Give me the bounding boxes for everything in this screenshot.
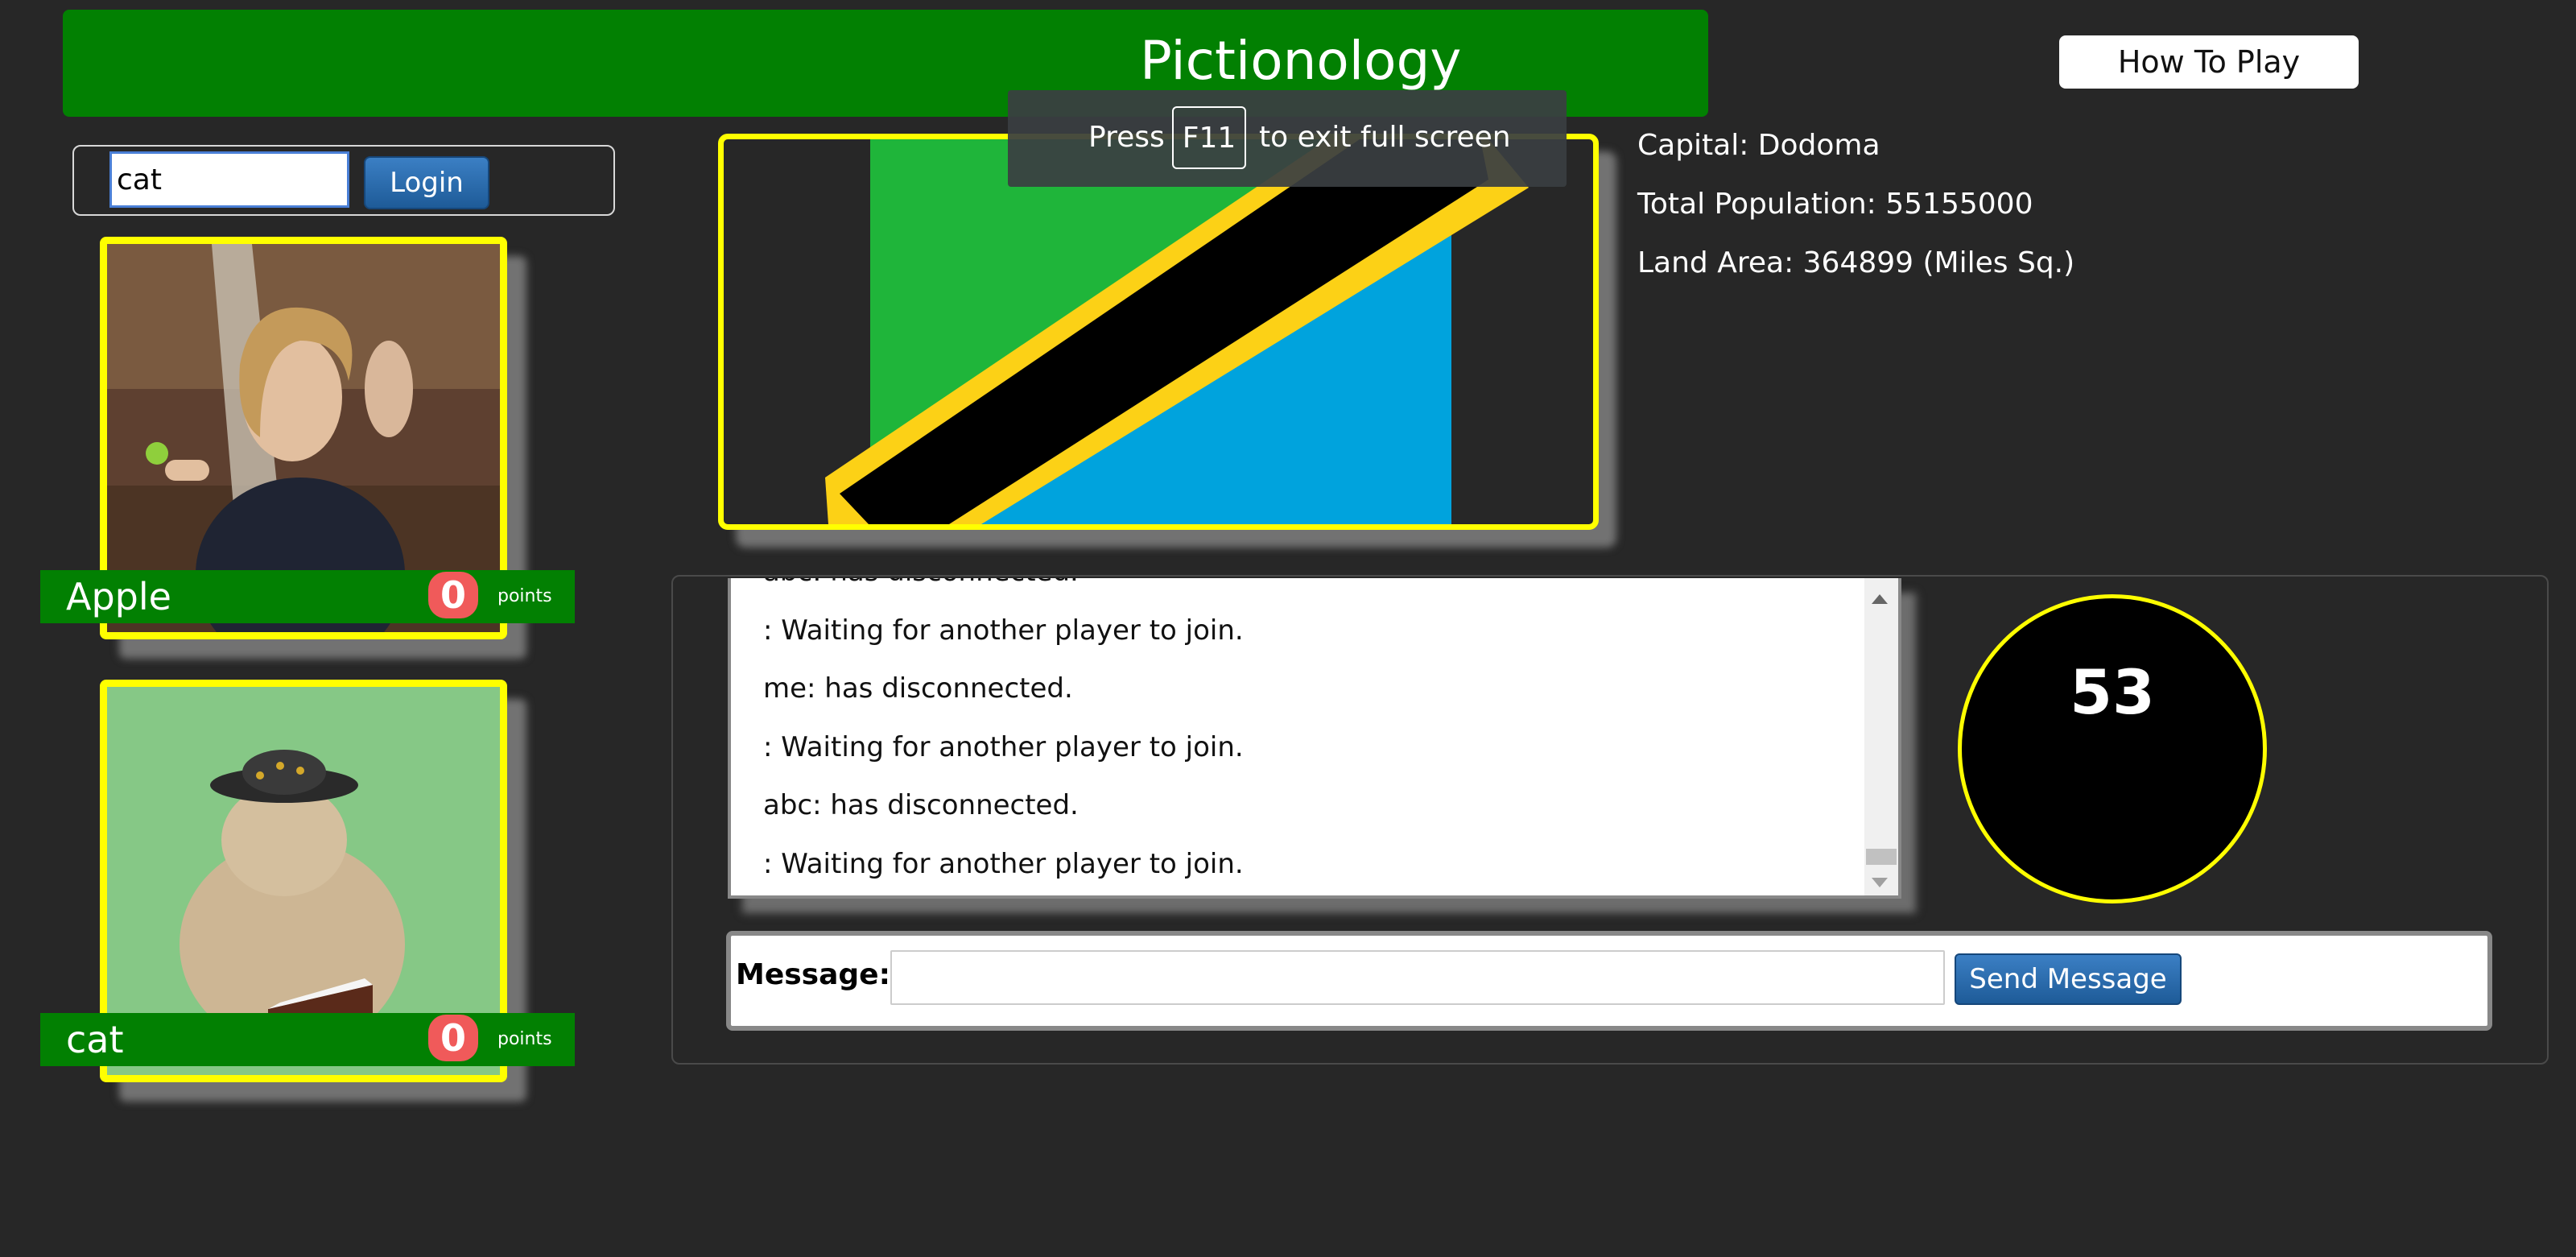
- player-name-bar: Apple 0 points: [40, 570, 575, 623]
- player-name: cat: [66, 1018, 124, 1061]
- population-text: Total Population: 55155000: [1637, 188, 2033, 221]
- country-flag-image: [825, 139, 1529, 524]
- message-input[interactable]: [890, 950, 1945, 1005]
- message-bar: Message: Send Message: [726, 931, 2492, 1031]
- player-name-bar: cat 0 points: [40, 1013, 575, 1066]
- chat-log[interactable]: abc: has disconnected. : Waiting for ano…: [728, 578, 1901, 899]
- fullscreen-notice-rest: to exit full screen: [1259, 121, 1511, 154]
- chat-scrollbar[interactable]: [1864, 578, 1898, 895]
- how-to-play-button[interactable]: How To Play: [2059, 35, 2359, 89]
- chat-line: : Waiting for another player to join.: [763, 847, 1244, 880]
- player-score-badge: 0: [428, 572, 478, 618]
- chat-line: me: has disconnected.: [763, 672, 1073, 705]
- flag-frame: [718, 134, 1599, 530]
- message-label: Message:: [736, 958, 890, 991]
- fullscreen-notice: Press F11 to exit full screen: [1008, 90, 1567, 187]
- chat-line: abc: has disconnected.: [763, 578, 1244, 602]
- points-label: points: [497, 1029, 552, 1049]
- username-input[interactable]: [109, 151, 349, 208]
- timer-value: 53: [2070, 656, 2155, 728]
- player-score-badge: 0: [428, 1015, 478, 1061]
- points-label: points: [497, 586, 552, 606]
- chat-line: abc: has disconnected.: [763, 789, 1079, 821]
- scroll-thumb[interactable]: [1866, 849, 1897, 865]
- fullscreen-notice-press: Press: [1088, 121, 1165, 154]
- login-button[interactable]: Login: [364, 156, 489, 209]
- send-message-button[interactable]: Send Message: [1955, 953, 2182, 1005]
- app-title: Pictionology: [1140, 30, 1462, 92]
- login-bar: Login: [72, 145, 615, 216]
- chat-line: : Waiting for another player to join.: [763, 730, 1244, 763]
- scroll-up-arrow-icon[interactable]: [1872, 594, 1888, 604]
- f11-key: F11: [1172, 106, 1246, 169]
- countdown-timer: 53: [1958, 594, 2267, 903]
- capital-text: Capital: Dodoma: [1637, 129, 1880, 162]
- player-name: Apple: [66, 575, 171, 618]
- land-area-text: Land Area: 364899 (Miles Sq.): [1637, 246, 2075, 279]
- chat-lines: abc: has disconnected. : Waiting for ano…: [763, 578, 1244, 893]
- scroll-down-arrow-icon[interactable]: [1872, 878, 1888, 887]
- chat-line: : Waiting for another player to join.: [763, 614, 1244, 647]
